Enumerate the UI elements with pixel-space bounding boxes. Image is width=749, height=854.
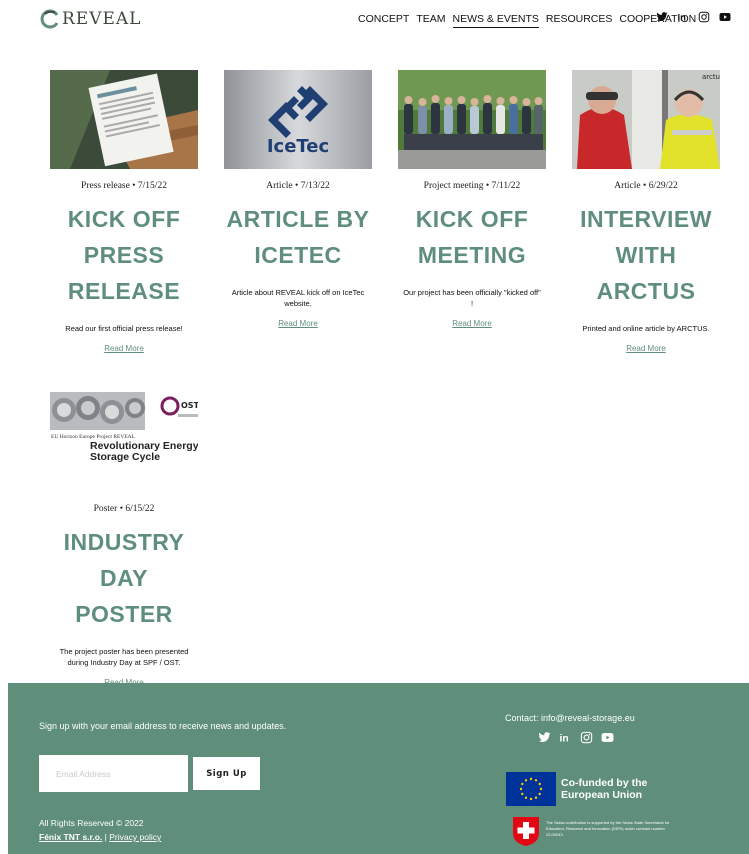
post-title[interactable]: INDUSTRY DAY POSTER — [49, 524, 199, 632]
nav-item-resources[interactable]: RESOURCES — [546, 13, 613, 28]
brand-name: REVEAL — [62, 9, 142, 29]
post-card: Press release • 7/15/22 KICK OFF PRESS R… — [49, 70, 199, 355]
read-more-link[interactable]: Read More — [104, 344, 144, 353]
post-description: The project poster has been presented du… — [59, 647, 189, 667]
post-meta: Article • 7/13/22 — [266, 181, 330, 191]
signup-button[interactable]: Sign Up — [193, 757, 260, 790]
post-meta: Poster • 6/15/22 — [93, 504, 155, 514]
icetec-logo-text: IceTec — [266, 136, 330, 157]
company-link[interactable]: Fénix TNT s.r.o. — [39, 832, 102, 842]
eu-cofunded-text: Co-funded by the European Union — [561, 777, 648, 801]
logo-mark-icon — [40, 9, 59, 29]
post-thumbnail-icetec[interactable]: IceTec — [224, 70, 372, 169]
linkedin-icon[interactable]: in — [559, 731, 572, 744]
post-meta: Press release • 7/15/22 — [81, 181, 167, 191]
site-footer: Sign up with your email address to recei… — [8, 683, 749, 854]
svg-text:in: in — [560, 733, 569, 744]
post-thumbnail-poster[interactable]: OST EU Horizon Europe Project REVEAL Rev… — [50, 392, 198, 464]
read-more-link[interactable]: Read More — [278, 319, 318, 328]
ost-logo-text: OST — [181, 401, 198, 410]
header-social-links: in — [656, 11, 731, 23]
site-logo[interactable]: REVEAL — [40, 8, 141, 30]
post-title[interactable]: INTERVIEW WITH ARCTUS — [571, 201, 721, 309]
post-thumbnail-meeting[interactable] — [398, 70, 546, 169]
eu-flag-icon — [506, 772, 556, 806]
svg-text:in: in — [678, 13, 687, 24]
post-meta: Article • 6/29/22 — [614, 181, 678, 191]
post-thumbnail-arctus[interactable]: arctu — [572, 70, 720, 169]
link-separator: | — [104, 832, 107, 842]
privacy-policy-link[interactable]: Privacy policy — [109, 832, 161, 842]
swiss-contribution-text: The Swiss contribution is supported by t… — [546, 820, 670, 837]
post-card: OST EU Horizon Europe Project REVEAL Rev… — [49, 392, 199, 689]
nav-item-news-events[interactable]: NEWS & EVENTS — [452, 13, 539, 28]
instagram-icon[interactable] — [698, 11, 710, 23]
signup-text: Sign up with your email address to recei… — [39, 721, 287, 731]
post-card: IceTec Article • 7/13/22 ARTICLE BY ICET… — [223, 70, 373, 330]
post-card: Project meeting • 7/11/22 KICK OFF MEETI… — [397, 70, 547, 330]
site-header: REVEAL CONCEPT TEAM NEWS & EVENTS RESOUR… — [0, 0, 749, 40]
twitter-icon[interactable] — [538, 731, 551, 744]
post-description: Read our first official press release! — [65, 324, 183, 333]
post-title[interactable]: KICK OFF MEETING — [397, 201, 547, 273]
footer-social-links: in — [538, 731, 614, 744]
post-thumbnail-press-release[interactable] — [50, 70, 198, 169]
twitter-icon[interactable] — [656, 11, 668, 23]
instagram-icon[interactable] — [580, 731, 593, 744]
footer-links: Fénix TNT s.r.o. | Privacy policy — [39, 830, 161, 844]
youtube-icon[interactable] — [601, 731, 614, 744]
contact-email[interactable]: Contact: info@reveal-storage.eu — [505, 713, 635, 723]
arctus-image-text: arctu — [701, 73, 720, 81]
main-nav: CONCEPT TEAM NEWS & EVENTS RESOURCES COO… — [358, 13, 696, 28]
post-description: Article about REVEAL kick off on IceTec … — [231, 288, 365, 308]
post-description: Our project has been officially "kicked … — [403, 288, 541, 308]
post-title[interactable]: ARTICLE BY ICETEC — [223, 201, 373, 273]
nav-item-team[interactable]: TEAM — [416, 13, 445, 28]
youtube-icon[interactable] — [719, 11, 731, 23]
read-more-link[interactable]: Read More — [626, 344, 666, 353]
email-input[interactable] — [39, 755, 188, 792]
poster-headline: Revolutionary Energy Storage Cycle — [90, 440, 198, 463]
nav-item-concept[interactable]: CONCEPT — [358, 13, 409, 28]
read-more-link[interactable]: Read More — [452, 319, 492, 328]
linkedin-icon[interactable]: in — [677, 11, 689, 24]
post-card: arctu Article • 6/29/22 INTERVIEW WITH A… — [571, 70, 721, 355]
post-description: Printed and online article by ARCTUS. — [582, 324, 710, 333]
rights-block: All Rights Reserved © 2022 Fénix TNT s.r… — [39, 816, 161, 844]
post-title[interactable]: KICK OFF PRESS RELEASE — [49, 201, 199, 309]
copyright-text: All Rights Reserved © 2022 — [39, 818, 144, 828]
swiss-flag-icon — [511, 815, 541, 847]
post-meta: Project meeting • 7/11/22 — [423, 181, 521, 191]
